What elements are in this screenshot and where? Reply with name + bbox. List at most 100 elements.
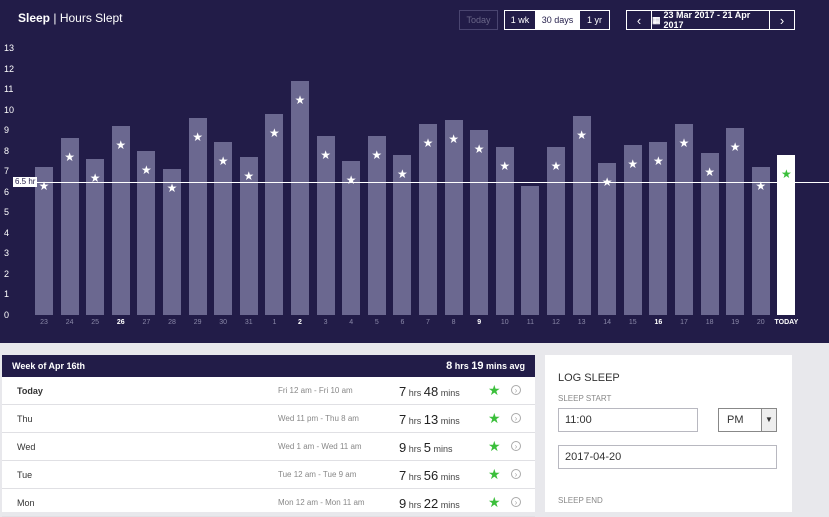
row-detail-icon[interactable]: › bbox=[511, 413, 521, 423]
week-row[interactable]: Thu Wed 11 pm - Thu 8 am 7 hrs 13 mins ★ › bbox=[2, 405, 535, 433]
week-average: 8 hrs 19 mins avg bbox=[446, 360, 525, 372]
row-duration: 7 hrs 48 mins bbox=[399, 384, 460, 399]
goal-star-icon: ★ bbox=[217, 154, 229, 169]
week-row[interactable]: Mon Mon 12 am - Mon 11 am 9 hrs 22 mins ★ › bbox=[2, 489, 535, 517]
goal-star-icon: ★ bbox=[488, 438, 501, 454]
row-duration: 9 hrs 22 mins bbox=[399, 496, 460, 511]
y-tick-label: 10 bbox=[4, 104, 15, 115]
row-detail-icon[interactable]: › bbox=[511, 497, 521, 507]
week-row[interactable]: Wed Wed 1 am - Wed 11 am 9 hrs 5 mins ★ › bbox=[2, 433, 535, 461]
x-tick-label: TODAY bbox=[774, 319, 799, 326]
goal-star-icon: ★ bbox=[243, 168, 255, 183]
sleep-bar[interactable] bbox=[367, 136, 386, 315]
goal-star-icon: ★ bbox=[473, 142, 485, 157]
sleep-end-label: SLEEP END bbox=[558, 496, 603, 505]
y-tick-label: 5 bbox=[4, 207, 10, 218]
goal-star-icon: ★ bbox=[448, 131, 459, 146]
sleep-bar[interactable] bbox=[470, 130, 489, 315]
row-time-range: Wed 11 pm - Thu 8 am bbox=[278, 414, 359, 423]
row-duration: 7 hrs 13 mins bbox=[399, 412, 460, 427]
goal-star-icon: ★ bbox=[488, 494, 501, 510]
sleep-bar[interactable] bbox=[265, 113, 284, 315]
y-tick-label: 0 bbox=[4, 310, 10, 320]
y-tick-label: 2 bbox=[4, 268, 10, 279]
sleep-start-time-input[interactable]: 11:00 bbox=[558, 408, 698, 432]
goal-star-icon: ★ bbox=[488, 382, 501, 398]
goal-star-icon: ★ bbox=[550, 158, 562, 173]
goal-star-icon: ★ bbox=[488, 466, 501, 482]
goal-star-icon: ★ bbox=[192, 129, 203, 144]
sleep-bar[interactable] bbox=[675, 123, 693, 315]
thirty-days-button[interactable]: 30 days bbox=[536, 10, 579, 30]
sleep-bar[interactable] bbox=[214, 142, 233, 315]
goal-star-icon: ★ bbox=[488, 410, 501, 426]
goal-star-icon: ★ bbox=[397, 166, 408, 181]
row-duration: 9 hrs 5 mins bbox=[399, 440, 453, 455]
sleep-start-date-input[interactable]: 2017-04-20 bbox=[558, 445, 777, 469]
y-tick-label: 13 bbox=[4, 43, 15, 53]
goal-star-icon: ★ bbox=[627, 156, 639, 171]
week-row[interactable]: Tue Tue 12 am - Tue 9 am 7 hrs 56 mins ★ › bbox=[2, 461, 535, 489]
average-line-label: 6.5 hr bbox=[13, 177, 38, 187]
goal-star-icon: ★ bbox=[64, 150, 75, 165]
sleep-bar[interactable] bbox=[521, 185, 540, 315]
y-tick-label: 4 bbox=[4, 227, 10, 238]
date-range-button[interactable]: ▦ 23 Mar 2017 - 21 Apr 2017 bbox=[651, 10, 770, 30]
row-time-range: Wed 1 am - Wed 11 am bbox=[278, 442, 362, 451]
goal-star-icon: ★ bbox=[269, 125, 280, 140]
goal-star-icon: ★ bbox=[345, 172, 357, 187]
row-detail-icon[interactable]: › bbox=[511, 441, 521, 451]
goal-star-icon: ★ bbox=[729, 140, 741, 155]
y-tick-label: 8 bbox=[4, 145, 10, 156]
sleep-bar[interactable] bbox=[649, 142, 668, 315]
log-sleep-panel: LOG SLEEP SLEEP START 11:00 PM ▼ 2017-04-… bbox=[545, 355, 792, 512]
date-range-label: 23 Mar 2017 - 21 Apr 2017 bbox=[663, 10, 751, 30]
row-detail-icon[interactable]: › bbox=[511, 469, 521, 479]
row-detail-icon[interactable]: › bbox=[511, 385, 521, 395]
next-range-button[interactable]: › bbox=[769, 10, 795, 30]
sleep-start-label: SLEEP START bbox=[558, 394, 612, 403]
sleep-bar[interactable] bbox=[60, 138, 79, 315]
y-tick-label: 3 bbox=[4, 248, 10, 259]
one-week-button[interactable]: 1 wk bbox=[504, 10, 536, 30]
sleep-bar[interactable] bbox=[444, 119, 463, 315]
one-year-button[interactable]: 1 yr bbox=[579, 10, 610, 30]
goal-star-icon: ★ bbox=[320, 148, 331, 163]
goal-star-icon: ★ bbox=[166, 181, 178, 196]
sleep-bar[interactable] bbox=[111, 126, 130, 315]
y-tick-label: 11 bbox=[4, 84, 14, 95]
goal-star-icon: ★ bbox=[704, 164, 715, 179]
y-tick-label: 12 bbox=[4, 63, 15, 74]
sleep-bar[interactable] bbox=[726, 128, 745, 315]
goal-star-icon: ★ bbox=[371, 148, 383, 163]
ampm-value: PM bbox=[727, 414, 744, 426]
row-time-range: Tue 12 am - Tue 9 am bbox=[278, 470, 357, 479]
goal-star-icon: ★ bbox=[499, 158, 511, 173]
sleep-bar[interactable] bbox=[316, 136, 335, 315]
row-time-range: Fri 12 am - Fri 10 am bbox=[278, 386, 353, 395]
sleep-bar[interactable] bbox=[188, 117, 207, 315]
average-line bbox=[14, 182, 829, 183]
goal-star-icon: ★ bbox=[576, 127, 587, 142]
y-tick-label: 7 bbox=[4, 166, 10, 177]
goal-star-icon: ★ bbox=[141, 162, 152, 177]
week-header: Week of Apr 16th 8 hrs 19 mins avg bbox=[2, 355, 535, 377]
sleep-bar[interactable] bbox=[419, 123, 437, 315]
sleep-start-ampm-select[interactable]: PM ▼ bbox=[718, 408, 777, 432]
sleep-bar[interactable] bbox=[291, 80, 309, 315]
y-tick-label: 9 bbox=[4, 125, 10, 136]
row-duration: 7 hrs 56 mins bbox=[399, 468, 460, 483]
week-summary-panel: Week of Apr 16th 8 hrs 19 mins avg Today… bbox=[2, 355, 535, 517]
log-sleep-title: LOG SLEEP bbox=[558, 372, 620, 384]
y-tick-label: 1 bbox=[4, 289, 10, 300]
sleep-bar[interactable] bbox=[572, 115, 591, 315]
row-day: Today bbox=[17, 386, 43, 396]
today-button[interactable]: Today bbox=[459, 10, 498, 30]
week-row[interactable]: Today Fri 12 am - Fri 10 am 7 hrs 48 mins ★… bbox=[2, 377, 535, 405]
page-title: Sleep | Hours Slept bbox=[18, 11, 123, 25]
prev-range-button[interactable]: ‹ bbox=[626, 10, 652, 30]
dropdown-arrow-icon: ▼ bbox=[761, 409, 776, 431]
goal-star-icon: ★ bbox=[781, 166, 792, 181]
goal-star-icon: ★ bbox=[294, 92, 306, 107]
goal-star-icon: ★ bbox=[422, 135, 434, 150]
